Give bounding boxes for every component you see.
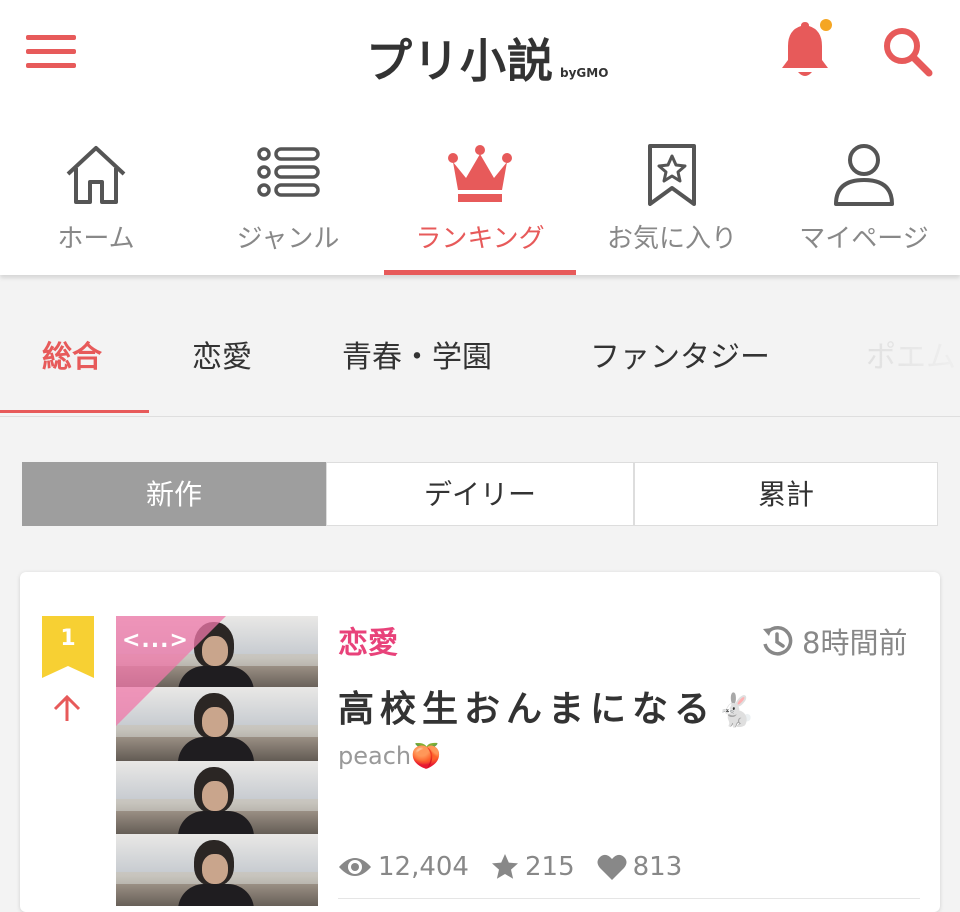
nav-item-mypage[interactable]: マイページ [768,130,960,275]
nav-label-favorites: お気に入り [606,224,737,254]
tab-genre-poem[interactable]: ポエム [866,300,956,416]
list-icon [257,147,320,197]
nav-label-mypage: マイページ [799,224,929,254]
likes-stat: 813 [597,852,683,882]
user-icon [834,144,894,206]
author-name: peach [338,742,412,770]
logo-text: プリ小説 [366,34,554,88]
nav-item-ranking[interactable]: ランキング [384,130,576,275]
nav-item-home[interactable]: ホーム [0,130,192,275]
bookmark-star-icon [648,144,696,206]
star-icon [491,854,518,879]
tab-genre-youth-school[interactable]: 青春・学園 [342,300,492,416]
tab-genre-fantasy[interactable]: ファンタジー [590,300,770,416]
notification-dot [820,19,832,31]
nav-label-ranking: ランキング [415,224,545,254]
period-daily-button[interactable]: デイリー [326,462,634,526]
likes-count: 813 [632,852,683,882]
story-title-text: 高校生おんまになる [338,689,717,730]
logo-sub-text: byGMO [560,66,609,80]
eye-icon [339,858,371,876]
views-count: 12,404 [378,852,469,882]
stars-stat: 215 [491,852,575,882]
search-icon[interactable] [880,24,936,80]
cover-code-text: <...> [122,628,189,653]
genre-tabs: 総合 恋愛 青春・学園 ファンタジー ポエム [0,300,960,417]
views-stat: 12,404 [338,852,469,882]
story-author[interactable]: peach 🍑 [338,742,441,770]
nav-label-genre: ジャンル [236,224,340,254]
stars-count: 215 [524,852,575,882]
tab-genre-overall[interactable]: 総合 [42,300,102,416]
time-ago-text: 8時間前 [802,626,908,660]
nav-label-home: ホーム [57,224,135,254]
app-logo[interactable]: プリ小説 byGMO [366,14,608,84]
tab-genre-romance[interactable]: 恋愛 [192,300,252,416]
ranking-card[interactable]: 1 <...> 恋愛 8時間前 高校生おんまになる🐇 peach 🍑 12,40… [20,572,940,912]
period-selector: 新作 デイリー 累計 [22,462,938,526]
nav-item-genre[interactable]: ジャンル [192,130,384,275]
rank-number: 1 [60,626,76,651]
rank-badge: 1 [42,616,94,678]
story-updated-time: 8時間前 [760,620,907,662]
hamburger-menu-icon[interactable] [26,33,78,69]
home-icon [66,146,126,204]
heart-icon [597,854,627,880]
story-title-emoji: 🐇 [716,691,756,729]
main-nav: ホーム ジャンル ランキング お気に入り マイページ [0,130,960,275]
story-genre-label[interactable]: 恋愛 [338,618,398,662]
clock-history-icon [763,626,793,656]
card-divider [338,898,920,899]
period-new-button[interactable]: 新作 [22,462,326,526]
notification-bell-icon[interactable] [774,18,836,82]
book-cover-image[interactable]: <...> [116,616,318,906]
nav-item-favorites[interactable]: お気に入り [576,130,768,275]
active-tab-indicator [0,410,149,413]
period-total-button[interactable]: 累計 [634,462,938,526]
story-stats: 12,404 215 813 [338,852,704,882]
crown-icon [448,145,512,202]
rank-up-arrow-icon [53,694,81,721]
app-header: プリ小説 byGMO ホーム ジャンル ランキング お気に入り マイページ [0,0,960,275]
author-emoji: 🍑 [411,742,442,770]
story-title[interactable]: 高校生おんまになる🐇 [338,680,756,732]
